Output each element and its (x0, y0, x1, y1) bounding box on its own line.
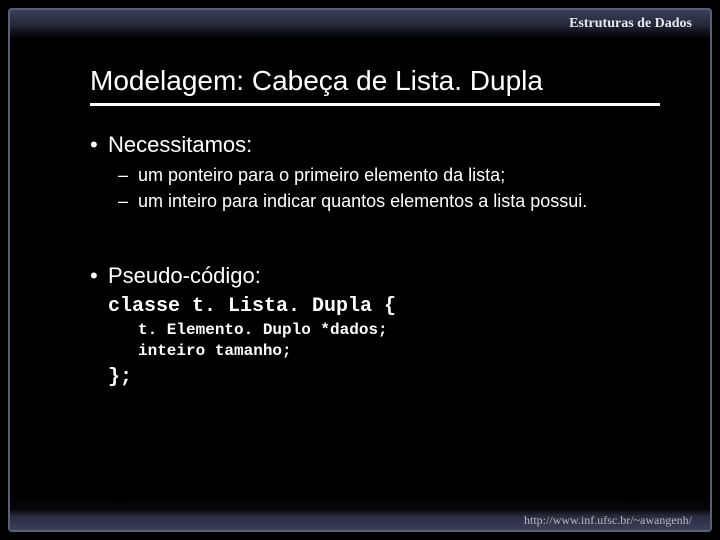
footer-url: http://www.inf.ufsc.br/~awangenh/ (524, 513, 692, 527)
subbullet-inteiro: um inteiro para indicar quantos elemento… (138, 190, 660, 213)
subbullet-ponteiro: um ponteiro para o primeiro elemento da … (138, 164, 660, 187)
course-title: Estruturas de Dados (569, 16, 692, 31)
code-line-dados: t. Elemento. Duplo *dados; (138, 321, 660, 339)
code-line-close: }; (108, 366, 660, 389)
header-band: Estruturas de Dados (10, 10, 710, 38)
bullet-pseudo-codigo: Pseudo-código: (108, 263, 660, 289)
spacer (90, 215, 660, 255)
slide-content: Modelagem: Cabeça de Lista. Dupla Necess… (90, 65, 660, 389)
footer-band: http://www.inf.ufsc.br/~awangenh/ (10, 508, 710, 530)
code-line-tamanho: inteiro tamanho; (138, 342, 660, 360)
slide-frame: Estruturas de Dados Modelagem: Cabeça de… (8, 8, 712, 532)
code-line-open: classe t. Lista. Dupla { (108, 295, 660, 318)
slide-title: Modelagem: Cabeça de Lista. Dupla (90, 65, 660, 106)
bullet-necessitamos: Necessitamos: (108, 132, 660, 158)
